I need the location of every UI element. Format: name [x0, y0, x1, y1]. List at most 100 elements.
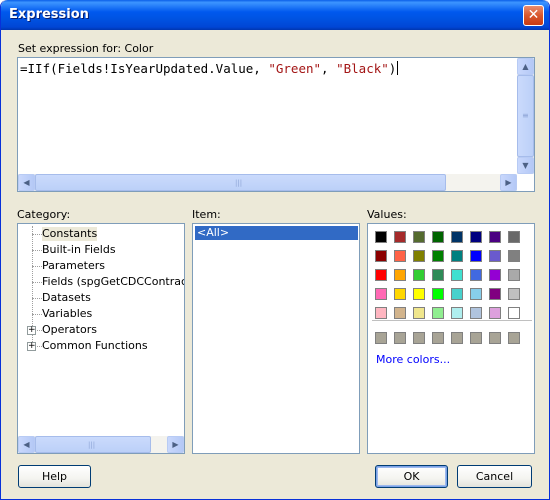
color-swatch[interactable] — [508, 231, 520, 243]
tree-item-fields[interactable]: Fields (spgGetCDCContractHi — [42, 275, 184, 289]
palette-separator — [372, 320, 532, 321]
custom-color-swatch[interactable] — [394, 332, 406, 344]
close-button[interactable]: ✕ — [523, 5, 544, 26]
scroll-left-icon: ◀ — [23, 440, 30, 449]
color-swatch[interactable] — [394, 231, 406, 243]
expression-separator: , — [321, 61, 337, 76]
color-swatch[interactable] — [432, 231, 444, 243]
expression-text[interactable]: =IIf(Fields!IsYearUpdated.Value, "Green"… — [20, 61, 399, 76]
category-label: Category: — [17, 208, 71, 221]
hscroll-thumb[interactable]: ||| — [35, 436, 151, 453]
grip-icon: ||| — [235, 179, 243, 187]
scroll-right-button[interactable]: ▶ — [500, 174, 517, 191]
color-swatch[interactable] — [432, 269, 444, 281]
custom-color-swatch[interactable] — [451, 332, 463, 344]
expand-common-functions-icon[interactable]: + — [27, 342, 36, 351]
tree-item-built-in-fields[interactable]: Built-in Fields — [42, 243, 116, 257]
custom-color-swatch[interactable] — [375, 332, 387, 344]
tree-item-datasets[interactable]: Datasets — [42, 291, 91, 305]
scroll-right-icon: ▶ — [505, 178, 512, 187]
expression-editor[interactable]: =IIf(Fields!IsYearUpdated.Value, "Green"… — [17, 57, 535, 192]
values-palette[interactable]: More colors... — [367, 223, 535, 454]
expression-close-paren: ) — [388, 61, 397, 76]
color-swatch[interactable] — [375, 231, 387, 243]
expression-dialog: Expression ✕ Set expression for: Color =… — [0, 0, 550, 500]
color-swatch[interactable] — [375, 307, 387, 319]
category-tree[interactable]: Constants Built-in Fields Parameters Fie… — [17, 223, 185, 454]
color-swatch[interactable] — [508, 269, 520, 281]
cancel-button[interactable]: Cancel — [457, 465, 532, 488]
color-swatch[interactable] — [489, 269, 501, 281]
color-swatch[interactable] — [508, 288, 520, 300]
scroll-left-button[interactable]: ◀ — [18, 436, 35, 453]
color-swatch[interactable] — [451, 307, 463, 319]
expand-operators-icon[interactable]: + — [27, 326, 36, 335]
hscroll-thumb[interactable]: ||| — [35, 174, 446, 191]
scroll-right-icon: ▶ — [172, 440, 179, 449]
text-caret — [397, 61, 399, 75]
color-swatch[interactable] — [470, 269, 482, 281]
color-swatch[interactable] — [413, 250, 425, 262]
color-swatch[interactable] — [489, 231, 501, 243]
tree-item-common-functions[interactable]: Common Functions — [42, 339, 148, 353]
color-swatch[interactable] — [508, 307, 520, 319]
custom-color-swatch[interactable] — [470, 332, 482, 344]
tree-item-variables[interactable]: Variables — [42, 307, 92, 321]
color-swatch[interactable] — [394, 307, 406, 319]
tree-item-constants[interactable]: Constants — [42, 227, 98, 241]
ok-button[interactable]: OK — [375, 465, 448, 488]
scroll-left-icon: ◀ — [23, 178, 30, 187]
more-colors-link[interactable]: More colors... — [376, 353, 450, 366]
color-swatch[interactable] — [470, 307, 482, 319]
tree-item-parameters[interactable]: Parameters — [42, 259, 105, 273]
color-swatch[interactable] — [470, 288, 482, 300]
color-swatch[interactable] — [432, 250, 444, 262]
scroll-up-button[interactable]: ▲ — [517, 58, 534, 75]
color-swatch[interactable] — [470, 231, 482, 243]
expression-string-green: "Green" — [268, 61, 322, 76]
custom-color-swatch[interactable] — [508, 332, 520, 344]
color-swatch[interactable] — [413, 231, 425, 243]
color-swatch[interactable] — [489, 250, 501, 262]
color-swatch[interactable] — [432, 288, 444, 300]
color-swatch[interactable] — [375, 288, 387, 300]
color-swatch[interactable] — [451, 250, 463, 262]
color-swatch[interactable] — [451, 288, 463, 300]
item-label: Item: — [192, 208, 221, 221]
color-swatch[interactable] — [508, 250, 520, 262]
color-swatch[interactable] — [489, 307, 501, 319]
color-swatch[interactable] — [394, 269, 406, 281]
scroll-right-button[interactable]: ▶ — [167, 436, 184, 453]
scroll-left-button[interactable]: ◀ — [18, 174, 35, 191]
values-label: Values: — [367, 208, 407, 221]
expression-vscrollbar[interactable]: ▲ ≡ ▼ — [517, 58, 534, 174]
color-swatch[interactable] — [470, 250, 482, 262]
list-item-all[interactable]: <All> — [195, 226, 358, 240]
item-list[interactable]: <All> — [192, 223, 360, 454]
help-button[interactable]: Help — [18, 465, 91, 488]
category-hscrollbar[interactable]: ◀ ||| ▶ — [18, 436, 184, 453]
custom-color-swatch[interactable] — [489, 332, 501, 344]
color-swatch[interactable] — [489, 288, 501, 300]
title-bar[interactable]: Expression ✕ — [1, 0, 549, 30]
color-swatch[interactable] — [451, 231, 463, 243]
color-swatch[interactable] — [394, 250, 406, 262]
tree-item-operators[interactable]: Operators — [42, 323, 97, 337]
color-swatch[interactable] — [413, 307, 425, 319]
custom-color-swatch[interactable] — [432, 332, 444, 344]
color-swatch[interactable] — [432, 307, 444, 319]
expression-hscrollbar[interactable]: ◀ ||| ▶ — [18, 174, 517, 191]
color-swatch[interactable] — [394, 288, 406, 300]
color-swatch[interactable] — [413, 288, 425, 300]
expression-code: =IIf(Fields!IsYearUpdated.Value, — [20, 61, 269, 76]
expression-string-black: "Black" — [336, 61, 389, 76]
vscroll-thumb[interactable]: ≡ — [517, 75, 534, 157]
scroll-down-icon: ▼ — [522, 161, 529, 170]
custom-color-swatch[interactable] — [413, 332, 425, 344]
expression-label: Set expression for: Color — [18, 42, 154, 55]
color-swatch[interactable] — [413, 269, 425, 281]
scroll-down-button[interactable]: ▼ — [517, 157, 534, 174]
color-swatch[interactable] — [375, 250, 387, 262]
color-swatch[interactable] — [451, 269, 463, 281]
color-swatch[interactable] — [375, 269, 387, 281]
